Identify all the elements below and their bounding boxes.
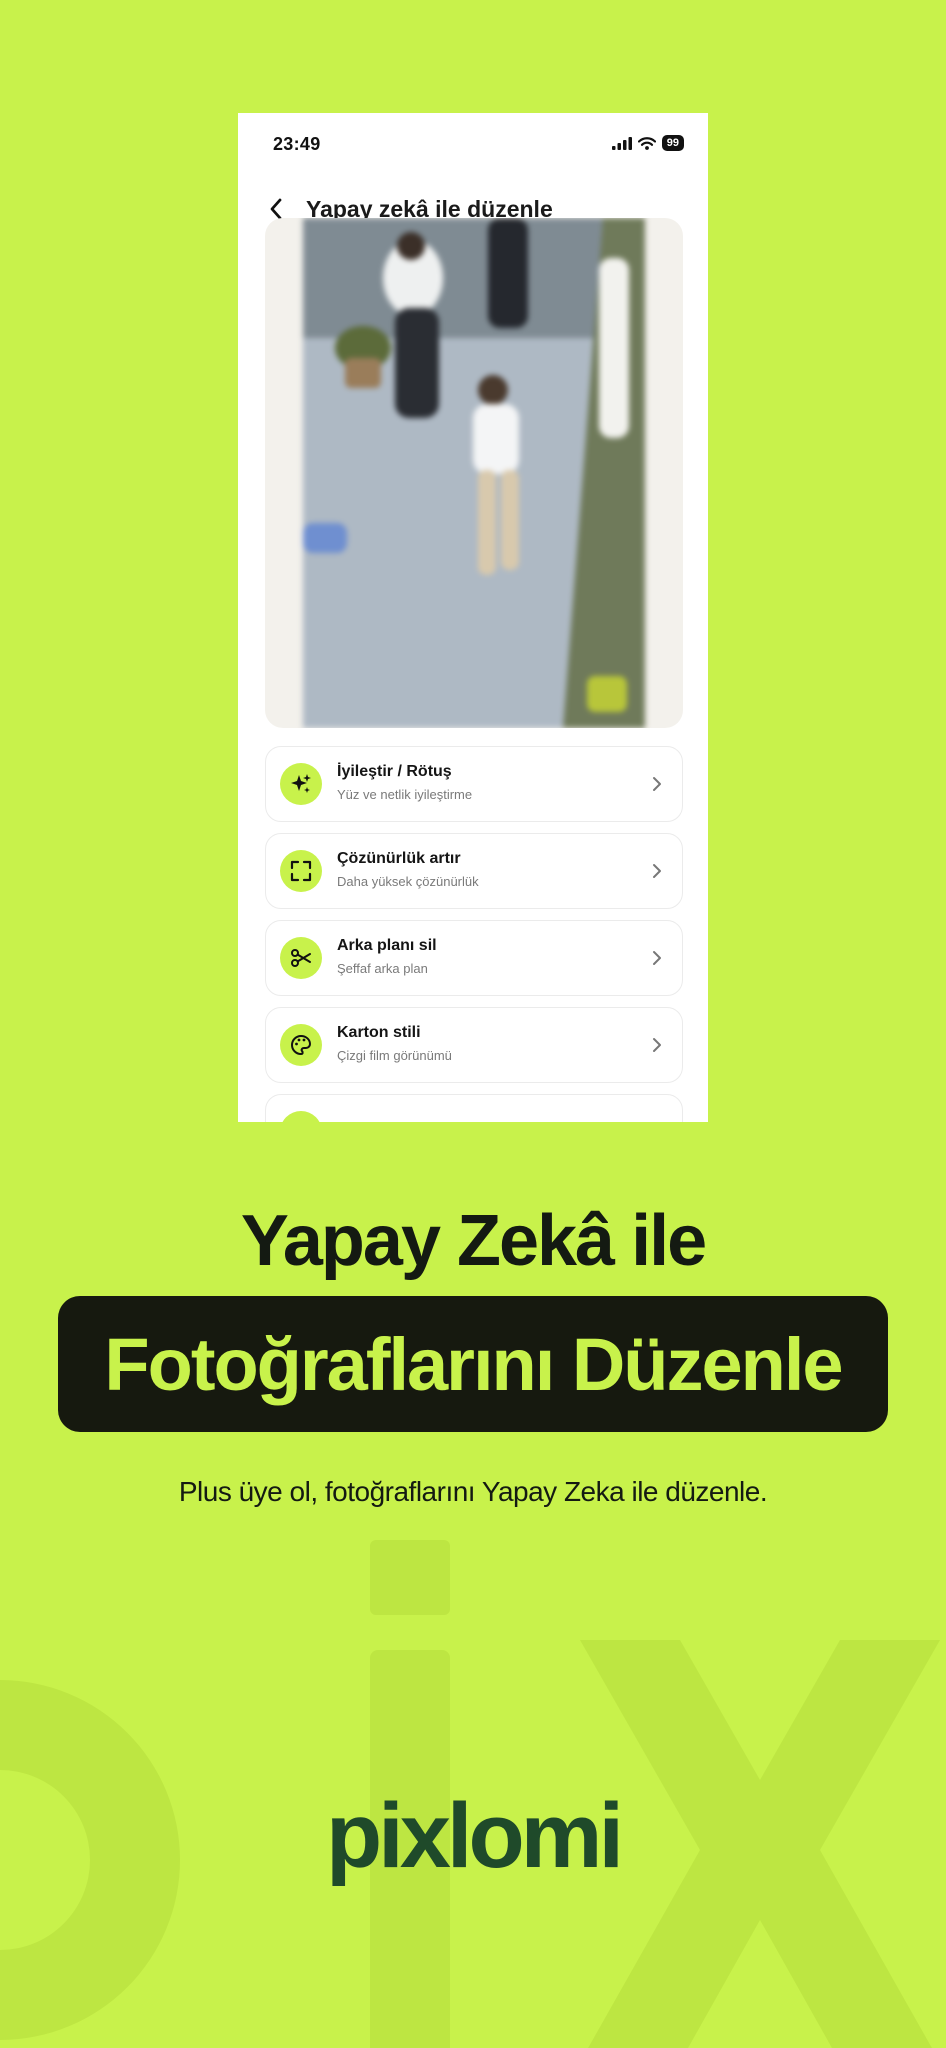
status-bar: 23:49 99 [238, 113, 708, 175]
menu-item-upscale[interactable]: Çözünürlük artır Daha yüksek çözünürlük [265, 833, 683, 909]
ai-tools-list: İyileştir / Rötuş Yüz ve netlik iyileşti… [265, 746, 683, 1122]
menu-item-title: Karton stili [337, 1024, 421, 1041]
chevron-right-icon [653, 864, 661, 878]
menu-item-subtitle: Yüz ve netlik iyileştirme [337, 787, 473, 802]
menu-item-enhance[interactable]: İyileştir / Rötuş Yüz ve netlik iyileşti… [265, 746, 683, 822]
sparkles-icon [280, 763, 322, 805]
menu-item-cartoon-style[interactable]: Karton stili Çizgi film görünümü [265, 1007, 683, 1083]
chevron-left-icon [270, 198, 282, 220]
menu-item-partial[interactable] [265, 1094, 683, 1122]
promo-headline-highlight: Fotoğraflarını Düzenle [104, 1322, 843, 1406]
palette-icon [280, 1024, 322, 1066]
menu-item-subtitle: Şeffaf arka plan [337, 961, 428, 976]
promo-headline: Yapay Zekâ ile [240, 1201, 707, 1281]
scissors-icon [280, 937, 322, 979]
chevron-right-icon [653, 777, 661, 791]
menu-item-title: Arka planı sil [337, 937, 437, 954]
menu-item-subtitle: Daha yüksek çözünürlük [337, 874, 479, 889]
status-time: 23:49 [273, 134, 321, 154]
signal-icon [611, 136, 632, 150]
menu-item-title: Çözünürlük artır [337, 850, 461, 867]
phone-screenshot: 23:49 99 Yapay zekâ ile düzenle İyileşti… [238, 113, 708, 1122]
photo-preview-card [265, 218, 683, 728]
status-icons: 99 [611, 135, 684, 151]
battery-indicator: 99 [661, 135, 684, 151]
menu-item-icon [280, 1111, 322, 1122]
promo-subtext: Plus üye ol, fotoğraflarını Yapay Zeka i… [178, 1476, 768, 1507]
chevron-right-icon [653, 1038, 661, 1052]
watermark-logo [0, 1540, 940, 2048]
expand-frame-icon [280, 850, 322, 892]
chevron-right-icon [653, 951, 661, 965]
wifi-icon [637, 136, 656, 150]
promo-highlight-box: Fotoğraflarını Düzenle [58, 1296, 888, 1432]
menu-item-remove-background[interactable]: Arka planı sil Şeffaf arka plan [265, 920, 683, 996]
photo-preview [303, 218, 645, 728]
blurred-photo-illustration [303, 218, 645, 728]
menu-item-subtitle: Çizgi film görünümü [337, 1048, 452, 1063]
menu-item-title: İyileştir / Rötuş [337, 763, 452, 780]
brand-logo: pixlomi [325, 1785, 624, 1887]
